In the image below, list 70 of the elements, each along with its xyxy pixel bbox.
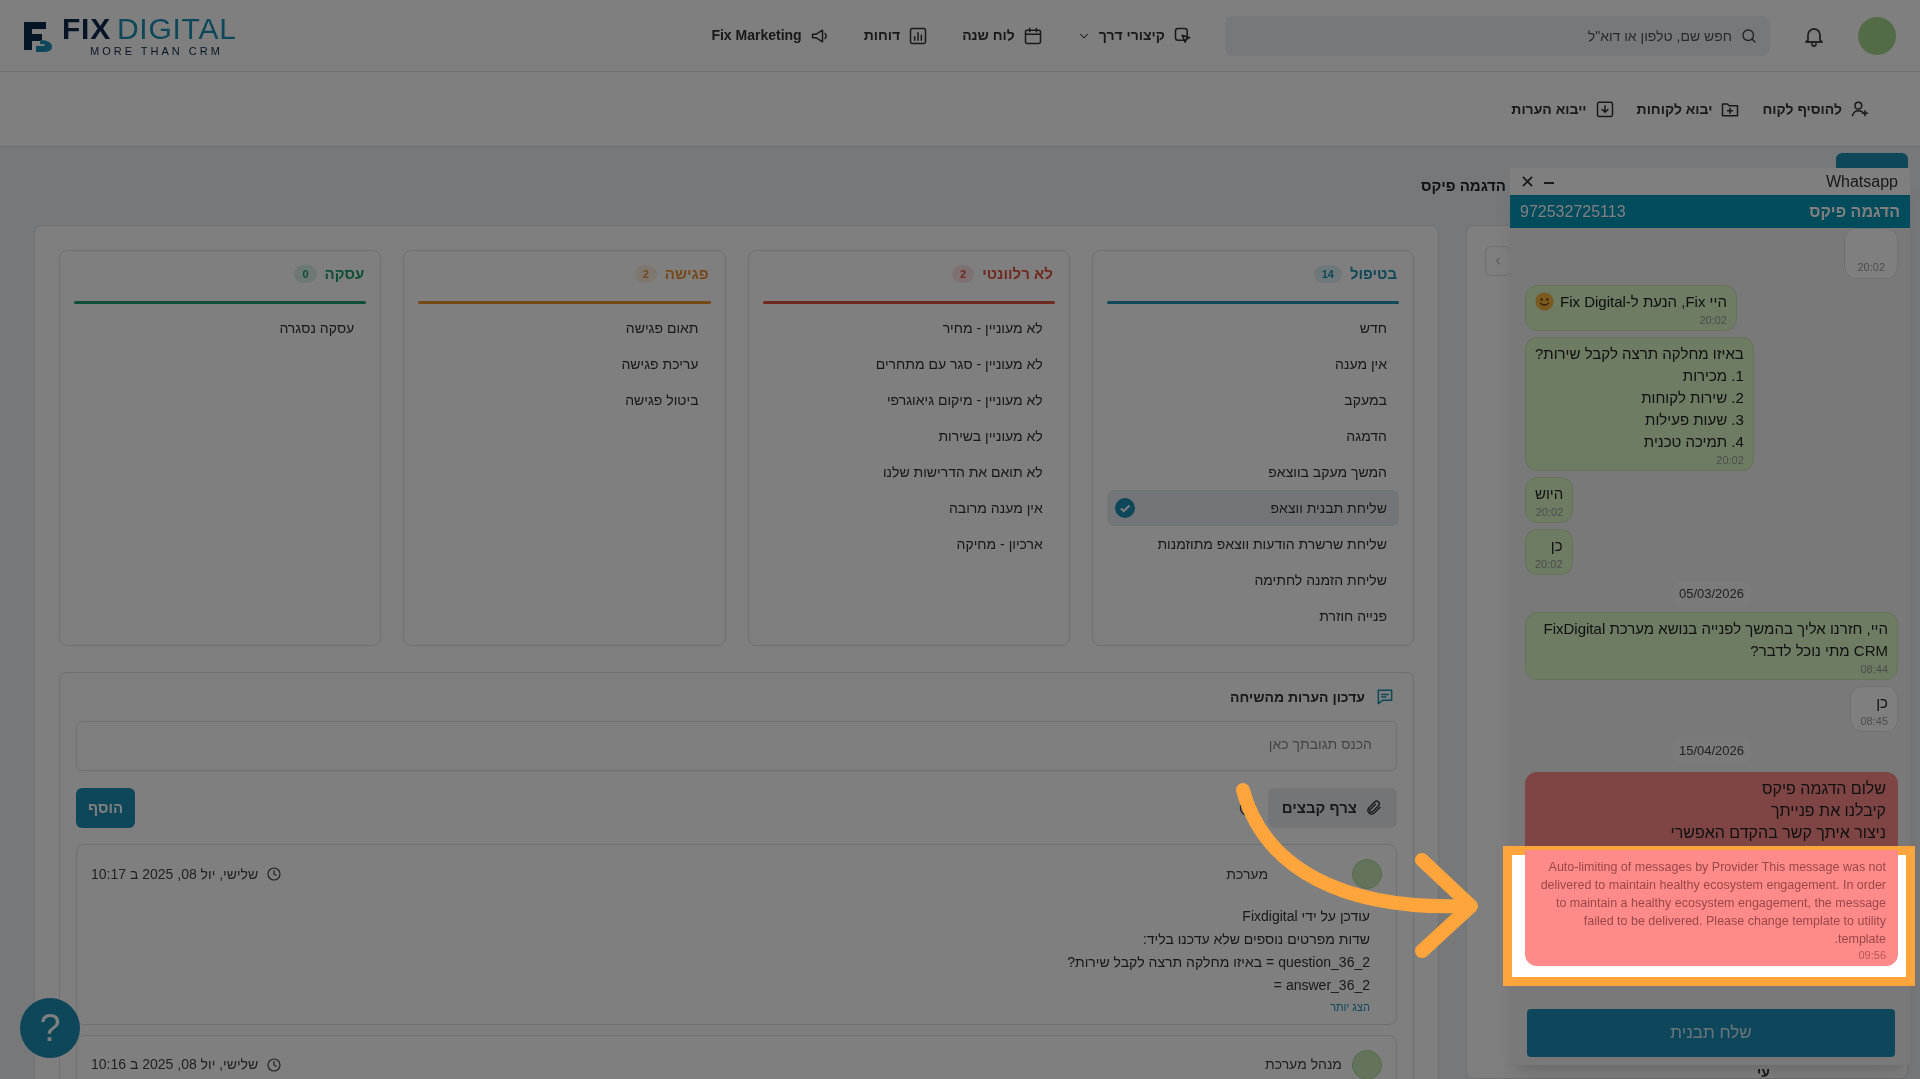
logo-text: FIX [62,14,111,44]
note-line: answer_36_2 = [1272,976,1370,995]
stage-item[interactable]: שליחת הזמנה לחתימה [1106,562,1399,598]
stage-item[interactable]: שליחת שרשרת הודעות ווצאפ מתוזמנות [1106,526,1399,562]
help-button[interactable]: ? [20,998,80,1058]
download-box-icon [1594,99,1615,119]
stage-item[interactable]: אין מענה [1106,346,1399,382]
note-input[interactable]: הכנס תגובתך כאן [76,721,1397,771]
nav-link[interactable]: לוח שנה [962,25,1043,46]
column-title: עסקה [324,263,365,284]
chat-icon [1375,687,1395,707]
panel-label: עי [1757,1063,1770,1079]
toolbar-link[interactable]: יבוא לקוחות [1636,98,1741,120]
stage-item[interactable]: לא מעוניין - מחיר [762,310,1055,346]
clock-icon [266,866,283,882]
stage-item[interactable]: ארכיון - מחיקה [762,526,1055,562]
stage-item[interactable]: עריכת פגישה [418,346,711,382]
toolbar-link[interactable]: ייבוא הערות [1511,98,1615,120]
error-message: Auto-limiting of messages by Provider This message was not delivered to maintain healthy ecosystem engagement. In order to maintain a healthy ecosystem engagement, the message failed to be delivered. Please change template to utility template. 09:56 [1525,849,1898,966]
phone-number: 972532725113 [1520,201,1626,222]
stage-item[interactable]: במעקב [1106,382,1399,418]
calendar-icon [1022,25,1043,46]
stage-item[interactable]: תאום פגישה [418,310,711,346]
note-line: עודכן על ידי Fixdigital [1241,907,1370,926]
note-date: שלישי, יול 08, 2025 ב 10:17 [91,864,259,884]
stage-item[interactable]: לא מעוניין בשירות [762,418,1055,454]
column-title: בטיפול [1349,263,1397,284]
toolbar-link[interactable]: להוסיף לקוח [1762,98,1870,120]
search-icon [1740,26,1758,45]
check-icon [1114,498,1135,518]
stage-item[interactable]: לא מעוניין - סגר עם מתחרים [762,346,1055,382]
add-button[interactable]: הוסף [76,788,136,828]
stage-item[interactable]: לא מעוניין - מיקום גיאוגרפי [762,382,1055,418]
nav-link[interactable]: Fix Marketing [711,25,830,46]
paperclip-icon [1365,799,1383,817]
close-icon[interactable] [1522,176,1533,188]
lead-title: הדגמה פיקס [1420,175,1506,196]
nav-link[interactable]: דוחות [863,25,929,46]
stage-item[interactable]: חדש [1106,310,1399,346]
smiley-icon [1535,292,1554,312]
stage-item[interactable]: המשך מעקב בווצאפ [1106,454,1399,490]
author-name: מנהל מערכת [1265,1055,1342,1074]
window-title: Whatsapp [1825,171,1898,192]
user-plus-icon [1850,99,1870,119]
contact-name: הדגמה פיקס [1809,201,1900,222]
notes-title: עדכון הערות מהשיחה [1230,687,1365,707]
chart-icon [908,25,929,46]
stage-item[interactable]: לא תואם את הדרישות שלנו [762,454,1055,490]
author-name: מערכת [1226,864,1268,884]
stage-item[interactable]: עסקה נסגרה [74,310,367,346]
avatar [1352,859,1382,889]
stage-item[interactable]: שליחת תבנית ווצאפ [1106,490,1399,526]
stage-item[interactable]: אין מענה מרובה [762,490,1055,526]
note-line: שדות מפרטים נוספים שלא עדכנו בליד: [1141,930,1370,949]
clock-icon [266,1056,283,1073]
cursor-icon [1173,25,1193,46]
logo-text: DIGITAL [116,14,237,44]
note-line: question_36_2 = באיזו מחלקה תרצה לקבל שירות? [1066,953,1370,972]
show-more-link[interactable]: הצג יותר [91,999,1382,1016]
stage-item[interactable]: ביטול פגישה [418,382,711,418]
column-title: לא רלוונטי [982,263,1053,284]
stage-item[interactable]: פנייה חוזרת [1106,598,1399,634]
search-field[interactable]: חפש שם, טלפון או דוא"ל [1225,15,1770,56]
avatar [1352,1049,1382,1079]
logo-tagline: MORE THAN CRM [90,46,224,57]
attach-button[interactable]: צרף קבצים [1267,788,1397,828]
note-date: שלישי, יול 08, 2025 ב 10:16 [91,1055,259,1074]
nav-link[interactable]: קיצורי דרך [1076,25,1193,46]
stage-item[interactable]: הדמגה [1106,418,1399,454]
column-title: פגישה [664,263,709,284]
